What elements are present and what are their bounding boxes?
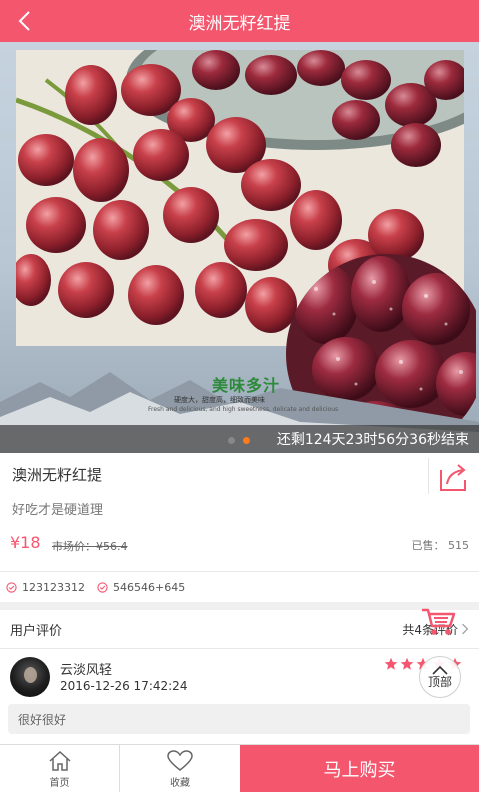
countdown-bar: 还剩124天23时56分36秒结束 [0,425,479,453]
product-name: 澳洲无籽红提 [12,466,103,484]
review-username: 云淡风轻 [60,663,113,678]
banner-caption-sub-en: Fresh and delicious, and high sweetness,… [148,406,339,413]
chevron-left-icon [18,11,30,31]
nav-home-label: 首页 [49,777,70,789]
back-to-top-label: 顶部 [427,674,452,689]
check-circle-icon [97,581,108,593]
star-icon [400,657,414,670]
section-gap [0,602,479,610]
bottom-action-bar: 首页 收藏 马上购买 [0,744,479,792]
market-price: 市场价：¥56.4 [52,540,128,553]
floating-cart-button[interactable] [420,606,458,638]
product-tags: 123123312 546546+645 [0,572,479,602]
tag-label: 123123312 [22,580,85,594]
carousel-dot[interactable] [228,437,235,444]
carousel-dot-active[interactable] [243,437,250,444]
product-slogan: 好吃才是硬道理 [12,503,104,518]
product-price: ¥18 [10,533,41,552]
heart-icon [167,749,193,771]
countdown-text: 还剩124天23时56分36秒结束 [276,432,469,448]
banner-caption: 美味多汁 [212,376,281,395]
review-item: 云淡风轻 2016-12-26 17:42:24 很好很好 [0,649,479,743]
chevron-right-icon [462,623,469,635]
star-icon [384,657,398,670]
review-time: 2016-12-26 17:42:24 [60,679,188,693]
back-button[interactable] [14,9,38,33]
nav-favorite-label: 收藏 [170,777,190,789]
tag-item: 123123312 [6,581,85,594]
reviews-title: 用户评价 [10,623,63,639]
divider [428,458,429,494]
buy-now-button[interactable]: 马上购买 [240,745,479,792]
banner-caption-sub: 硬度大，甜度高，细致而美味 [174,396,265,404]
home-icon [48,750,71,771]
product-detail-screen: 澳洲无籽红提 美味多汁 硬度大，甜度高，细致而美味 Fresh and deli… [0,0,479,792]
check-circle-icon [6,581,17,593]
header-bar: 澳洲无籽红提 [0,0,479,42]
cart-icon [422,608,456,635]
product-image-carousel[interactable]: 美味多汁 硬度大，甜度高，细致而美味 Fresh and delicious, … [0,42,479,453]
page-title: 澳洲无籽红提 [188,13,291,34]
carousel-indicator [228,437,250,444]
nav-home-button[interactable]: 首页 [0,745,120,792]
review-comment: 很好很好 [8,704,470,734]
share-icon [440,464,466,491]
reviews-header[interactable]: 用户评价 共4条评价 [0,610,479,648]
avatar [10,657,50,697]
tag-label: 546546+645 [113,580,186,594]
back-to-top-button[interactable]: 顶部 [419,656,461,698]
tag-item: 546546+645 [97,581,185,594]
sold-count: 已售： 515 [411,539,470,552]
share-button[interactable] [437,460,471,494]
nav-favorite-button[interactable]: 收藏 [120,745,240,792]
